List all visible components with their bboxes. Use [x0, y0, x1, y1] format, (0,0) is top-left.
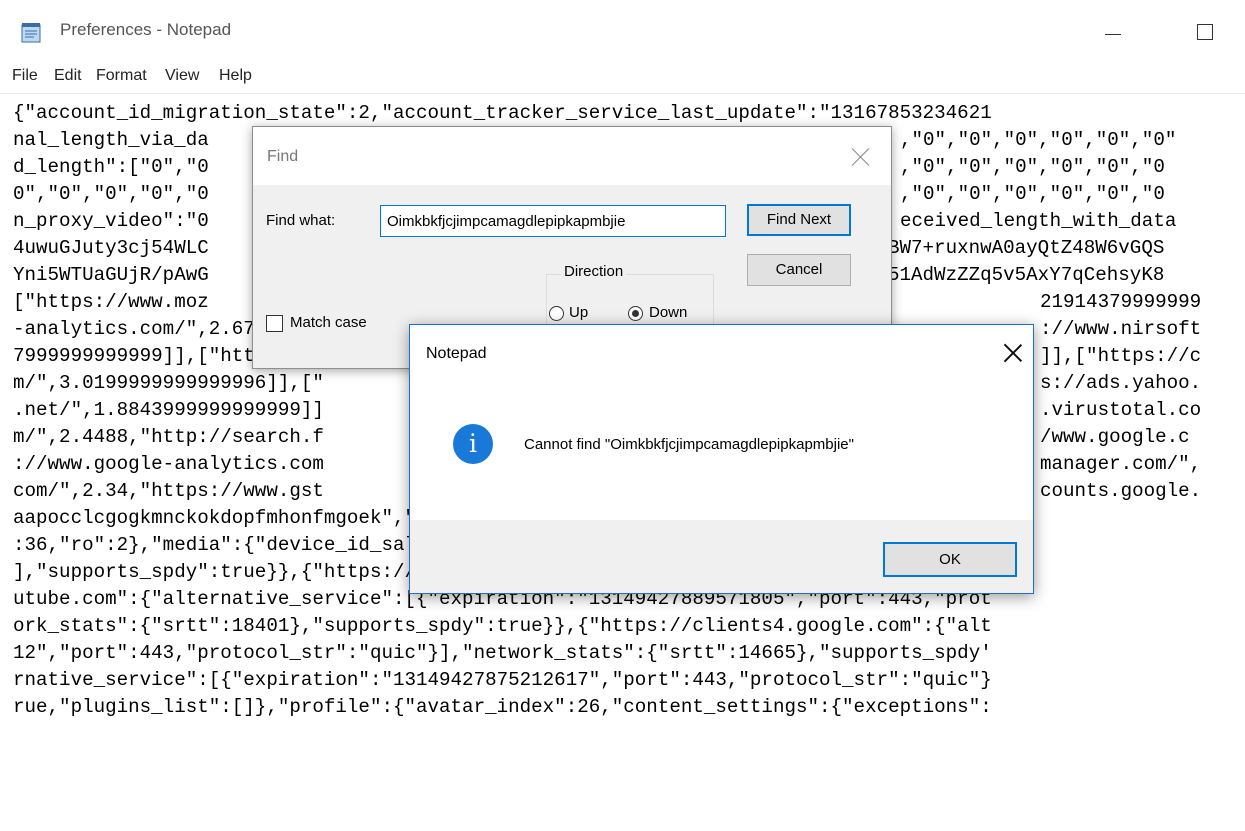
editor-line-fragment: ]],["https://c [1040, 345, 1202, 367]
editor-line-fragment: ,"0","0","0","0","0","0 [900, 183, 1165, 205]
window-title: Preferences - Notepad [60, 20, 232, 39]
editor-line: nal_length_via_da [13, 129, 209, 151]
editor-line: com/",2.34,"https://www.gst [13, 480, 324, 502]
editor-line-fragment: ,"0","0","0","0","0","0 [900, 156, 1165, 178]
direction-up-label[interactable]: Up [569, 304, 588, 321]
editor-line: m/",2.4488,"http://search.f [13, 426, 324, 448]
editor-line: 12","port":443,"protocol_str":"quic"}],"… [13, 642, 992, 664]
editor-line: {"account_id_migration_state":2,"account… [13, 102, 992, 124]
ok-button[interactable]: OK [883, 542, 1017, 577]
editor-line-fragment: eceived_length_with_data [900, 210, 1177, 232]
find-next-button[interactable]: Find Next [747, 204, 851, 236]
editor-line: Yni5WTUaGUjR/pAwG [13, 264, 209, 286]
menu-file[interactable]: File [12, 67, 38, 85]
notepad-icon [21, 23, 41, 43]
find-dialog-title: Find [267, 148, 299, 165]
menu-bar: File Edit Format View Help [0, 63, 1245, 93]
direction-up-radio[interactable] [549, 306, 564, 321]
find-dialog-titlebar[interactable]: Find [253, 127, 891, 185]
editor-line-fragment: .virustotal.co [1040, 399, 1202, 421]
direction-label: Direction [561, 263, 627, 280]
editor-line-fragment: 21914379999999 [1040, 291, 1202, 313]
editor-line: ://www.google-analytics.com [13, 453, 324, 475]
match-case-checkbox[interactable] [266, 315, 283, 332]
menu-view[interactable]: View [165, 67, 199, 85]
editor-line: ork_stats":{"srtt":18401},"supports_spdy… [13, 615, 992, 637]
editor-line-fragment: s://ads.yahoo. [1040, 372, 1202, 394]
editor-line: n_proxy_video":"0 [13, 210, 209, 232]
match-case-label[interactable]: Match case [290, 314, 367, 331]
editor-line-fragment: BW7+ruxnwA0ayQtZ48W6vGQS [888, 237, 1165, 259]
editor-line-fragment: ://www.nirsoft [1040, 318, 1202, 340]
menu-format[interactable]: Format [96, 67, 147, 85]
direction-down-radio[interactable] [628, 306, 643, 321]
direction-down-label[interactable]: Down [649, 304, 687, 321]
editor-line-fragment: 51AdWzZZq5v5AxY7qCehsyK8 [888, 264, 1165, 286]
find-what-label: Find what: [266, 212, 336, 229]
editor-line-fragment: manager.com/", [1040, 453, 1202, 475]
message-text: Cannot find "Oimkbkfjcjimpcamagdlepipkap… [524, 436, 854, 453]
editor-line: rnative_service":[{"expiration":"1314942… [13, 669, 992, 691]
editor-line: 4uwuGJuty3cj54WLC [13, 237, 209, 259]
maximize-icon[interactable] [1187, 10, 1227, 50]
message-dialog-title: Notepad [426, 345, 487, 362]
cancel-button[interactable]: Cancel [747, 254, 851, 286]
editor-line: .net/",1.8843999999999999]] [13, 399, 324, 421]
minimize-icon[interactable] [1097, 10, 1137, 50]
editor-line: ["https://www.moz [13, 291, 209, 313]
menu-help[interactable]: Help [219, 67, 252, 85]
editor-line-fragment: ,"0","0","0","0","0","0" [900, 129, 1177, 151]
close-icon[interactable] [999, 339, 1027, 367]
info-icon: i [453, 424, 493, 464]
editor-line: m/",3.0199999999999996]],[" [13, 372, 324, 394]
find-what-input[interactable] [380, 205, 726, 237]
message-dialog: Notepad i Cannot find "Oimkbkfjcjimpcama… [409, 324, 1034, 594]
editor-line-fragment: /www.google.c [1040, 426, 1190, 448]
editor-line-fragment: counts.google. [1040, 480, 1202, 502]
window-titlebar: Preferences - Notepad [0, 0, 1245, 63]
editor-line: rue,"plugins_list":[]},"profile":{"avata… [13, 696, 992, 718]
editor-line: d_length":["0","0 [13, 156, 209, 178]
menu-edit[interactable]: Edit [54, 67, 82, 85]
close-icon[interactable] [847, 143, 875, 171]
editor-line: 0","0","0","0","0 [13, 183, 209, 205]
